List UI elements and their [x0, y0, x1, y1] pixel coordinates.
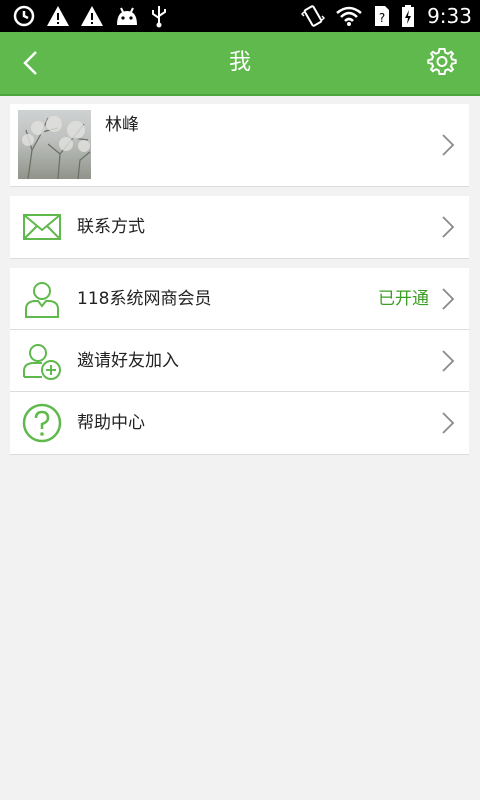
- user-icon: [25, 282, 59, 318]
- android-icon: [117, 7, 137, 25]
- membership-status: 已开通: [378, 289, 429, 309]
- chevron-right-icon: [442, 216, 455, 238]
- warning-icon: [81, 6, 103, 26]
- sync-icon: [13, 5, 35, 27]
- invite-row[interactable]: 邀请好友加入: [10, 330, 469, 392]
- invite-label: 邀请好友加入: [77, 351, 179, 371]
- contact-row[interactable]: 联系方式: [10, 196, 469, 258]
- menu-card: 118系统网商会员 已开通 邀请好友加入 帮助中心: [10, 268, 469, 455]
- vibrate-icon: [301, 5, 326, 27]
- status-bar: ? 9:33: [0, 0, 480, 32]
- chevron-right-icon: [442, 350, 455, 372]
- battery-icon: [402, 5, 415, 27]
- usb-icon: [152, 6, 166, 28]
- gear-icon[interactable]: [426, 46, 458, 78]
- chevron-right-icon: [442, 288, 455, 310]
- chevron-right-icon: [442, 412, 455, 434]
- add-friend-icon: [23, 344, 61, 380]
- wifi-icon: [336, 6, 362, 26]
- contact-label: 联系方式: [77, 217, 145, 237]
- envelope-icon: [23, 214, 61, 240]
- clock: 9:33: [427, 4, 472, 28]
- membership-label: 118系统网商会员: [77, 289, 212, 309]
- page-title: 我: [228, 50, 251, 75]
- sim-icon: ?: [375, 6, 390, 26]
- help-label: 帮助中心: [77, 413, 145, 433]
- app-bar: 我: [0, 32, 480, 96]
- contact-card[interactable]: 联系方式: [10, 196, 469, 259]
- profile-row[interactable]: 林峰: [10, 104, 469, 186]
- chevron-right-icon: [442, 134, 455, 156]
- profile-card[interactable]: 林峰: [10, 104, 469, 187]
- svg-text:?: ?: [379, 11, 385, 25]
- membership-row[interactable]: 118系统网商会员 已开通: [10, 268, 469, 330]
- profile-name: 林峰: [105, 115, 139, 135]
- warning-icon: [47, 6, 69, 26]
- help-question-icon: [22, 403, 62, 443]
- help-row[interactable]: 帮助中心: [10, 392, 469, 454]
- avatar: [18, 110, 91, 179]
